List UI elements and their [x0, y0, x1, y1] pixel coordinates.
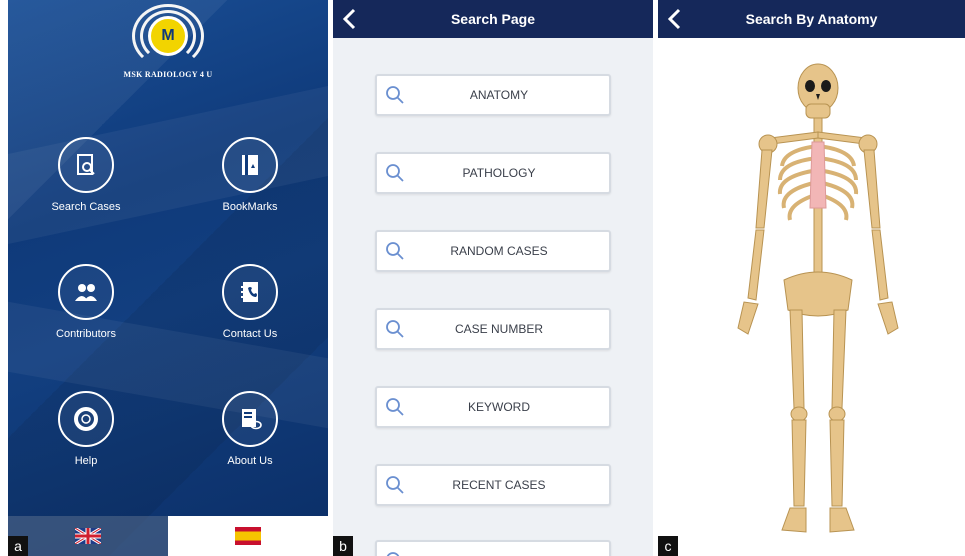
search-icon: [386, 552, 400, 556]
page-title: Search By Anatomy: [745, 11, 878, 27]
menu-label: About Us: [227, 455, 273, 467]
panel-letter-c: c: [658, 536, 678, 556]
document-chat-icon: [222, 391, 278, 447]
search-button-label: ANATOMY: [469, 88, 529, 102]
search-button-label: PATHOLOGY: [462, 166, 536, 180]
left-foot-region: [781, 507, 807, 533]
search-page-navbar: Search Page: [333, 0, 653, 38]
app-title: MSK RADIOLOGY 4 U: [123, 70, 213, 79]
panel-letter-a: a: [8, 536, 28, 556]
pathology-search-button[interactable]: PATHOLOGY: [375, 152, 611, 194]
recent-cases-search-button[interactable]: RECENT CASES: [375, 464, 611, 506]
address-book-icon: [222, 264, 278, 320]
menu-label: BookMarks: [222, 201, 278, 213]
spain-flag-icon: [235, 527, 261, 545]
left-femur-region: [789, 309, 805, 409]
uk-flag-icon: [75, 528, 101, 544]
search-button-label: KEYWORD: [467, 400, 530, 414]
left-eye-socket: [805, 80, 815, 92]
menu-label: Search Cases: [51, 201, 121, 213]
right-forearm-region: [871, 229, 889, 301]
random-cases-search-button[interactable]: RANDOM CASES: [375, 230, 611, 272]
spanish-language-button[interactable]: [168, 516, 328, 556]
search-icon: [386, 164, 404, 182]
pelvis-region: [783, 271, 853, 317]
left-humerus-region: [755, 149, 773, 229]
search-icon: [386, 86, 404, 104]
page-title: Search Page: [450, 11, 536, 27]
search-button-label: RANDOM CASES: [450, 244, 548, 258]
chevron-left-icon: [342, 8, 356, 30]
lifebuoy-icon: [58, 391, 114, 447]
skeleton-anatomy-map[interactable]: [698, 58, 938, 548]
back-button[interactable]: [339, 6, 361, 32]
logo-letter: M: [161, 27, 175, 44]
anatomy-search-button[interactable]: ANATOMY: [375, 74, 611, 116]
search-icon: [386, 398, 404, 416]
help-button[interactable]: Help: [26, 391, 146, 467]
left-forearm-region: [747, 229, 765, 301]
menu-label: Contact Us: [222, 328, 278, 340]
next-search-button-partial[interactable]: [375, 540, 611, 556]
search-button-label: CASE NUMBER: [454, 322, 543, 336]
search-icon: [386, 476, 404, 494]
search-by-anatomy-screen: Search By Anatomy: [658, 0, 965, 556]
search-icon: [386, 320, 404, 338]
bookmark-book-icon: [222, 137, 278, 193]
english-language-button[interactable]: [8, 516, 168, 556]
case-number-search-button[interactable]: CASE NUMBER: [375, 308, 611, 350]
contact-us-button[interactable]: Contact Us: [190, 264, 310, 340]
left-tibia-region: [791, 419, 807, 507]
right-eye-socket: [821, 80, 831, 92]
chevron-left-icon: [667, 8, 681, 30]
language-bar: [8, 516, 328, 556]
sternum-region: [809, 141, 827, 209]
menu-label: Help: [74, 455, 98, 467]
back-button[interactable]: [664, 6, 686, 32]
contributors-button[interactable]: Contributors: [26, 264, 146, 340]
search-icon: [386, 242, 404, 260]
right-tibia-region: [829, 419, 845, 507]
app-logo: M: [128, 4, 208, 68]
right-knee-region: [828, 406, 846, 422]
search-button-label: RECENT CASES: [452, 478, 546, 492]
panel-letter-b: b: [333, 536, 353, 556]
left-hand-region: [737, 301, 759, 335]
left-knee-region: [790, 406, 808, 422]
keyword-search-button[interactable]: KEYWORD: [375, 386, 611, 428]
search-page-screen: Search Page ANATOMY PATHOLOGY RANDOM CAS…: [333, 0, 653, 556]
search-cases-button[interactable]: Search Cases: [26, 137, 146, 213]
menu-label: Contributors: [56, 328, 116, 340]
right-humerus-region: [863, 149, 881, 229]
search-document-icon: [58, 137, 114, 193]
anatomy-navbar: Search By Anatomy: [658, 0, 965, 38]
people-icon: [58, 264, 114, 320]
logo-badge: M: [148, 16, 188, 56]
right-foot-region: [829, 507, 855, 533]
about-us-button[interactable]: About Us: [190, 391, 310, 467]
right-hand-region: [877, 301, 899, 335]
bookmarks-button[interactable]: BookMarks: [190, 137, 310, 213]
jaw-region: [805, 103, 831, 119]
right-femur-region: [831, 309, 847, 409]
home-screen: M MSK RADIOLOGY 4 U Search Cases BookMar…: [8, 0, 328, 556]
